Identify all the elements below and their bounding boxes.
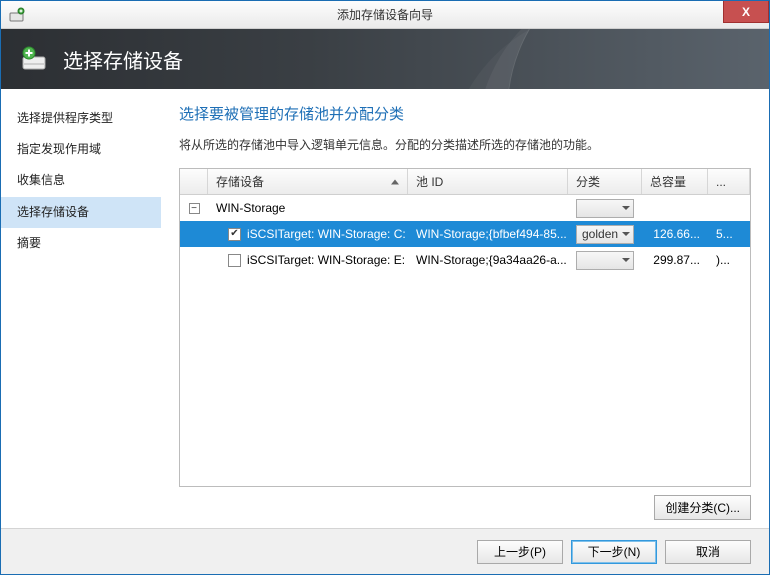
storage-plus-icon: [21, 45, 49, 73]
window-title: 添加存储设备向导: [337, 6, 433, 23]
col-more[interactable]: ...: [708, 169, 750, 194]
create-classification-button[interactable]: 创建分类(C)...: [654, 495, 751, 520]
chevron-down-icon: [622, 232, 630, 236]
wizard-footer: 上一步(P) 下一步(N) 取消: [1, 528, 769, 574]
col-device[interactable]: 存储设备: [208, 169, 408, 194]
col-capacity[interactable]: 总容量: [642, 169, 708, 194]
classification-select[interactable]: golden: [576, 225, 634, 244]
table-row[interactable]: iSCSITarget: WIN-Storage: E: WIN-Storage…: [180, 247, 750, 273]
wizard-icon: [9, 7, 25, 23]
expand-toggle[interactable]: −: [189, 203, 200, 214]
col-expander[interactable]: [180, 169, 208, 194]
next-button[interactable]: 下一步(N): [571, 540, 657, 564]
main-description: 将从所选的存储池中导入逻辑单元信息。分配的分类描述所选的存储池的功能。: [179, 136, 751, 154]
sidebar-item-gather-info[interactable]: 收集信息: [1, 165, 161, 196]
cell-device: WIN-Storage: [208, 201, 408, 215]
col-pool-id[interactable]: 池 ID: [408, 169, 568, 194]
previous-button[interactable]: 上一步(P): [477, 540, 563, 564]
sidebar-item-provider-type[interactable]: 选择提供程序类型: [1, 103, 161, 134]
cell-more: )...: [708, 253, 750, 267]
wizard-steps-sidebar: 选择提供程序类型 指定发现作用域 收集信息 选择存储设备 摘要: [1, 89, 161, 528]
sidebar-item-select-storage[interactable]: 选择存储设备: [1, 197, 161, 228]
row-checkbox[interactable]: [228, 254, 241, 267]
row-checkbox[interactable]: [228, 228, 241, 241]
cell-more: 5...: [708, 227, 750, 241]
body: 选择提供程序类型 指定发现作用域 收集信息 选择存储设备 摘要 选择要被管理的存…: [1, 89, 769, 528]
table-header: 存储设备 池 ID 分类 总容量 ...: [180, 169, 750, 195]
cell-pool: WIN-Storage;{9a34aa26-a...: [408, 253, 568, 267]
col-classification[interactable]: 分类: [568, 169, 642, 194]
close-icon: X: [742, 5, 750, 19]
classification-select[interactable]: [576, 251, 634, 270]
close-button[interactable]: X: [723, 1, 769, 23]
classification-select[interactable]: [576, 199, 634, 218]
page-heading: 选择存储设备: [63, 45, 183, 74]
storage-table: 存储设备 池 ID 分类 总容量 ... − WIN-Storage: [179, 168, 751, 487]
cell-capacity: 126.66...: [642, 227, 708, 241]
table-row[interactable]: iSCSITarget: WIN-Storage: C: WIN-Storage…: [180, 221, 750, 247]
main-panel: 选择要被管理的存储池并分配分类 将从所选的存储池中导入逻辑单元信息。分配的分类描…: [161, 89, 769, 528]
cancel-button[interactable]: 取消: [665, 540, 751, 564]
cell-device: iSCSITarget: WIN-Storage: E:: [247, 253, 405, 267]
chevron-down-icon: [622, 206, 630, 210]
chevron-down-icon: [622, 258, 630, 262]
wizard-header: 选择存储设备: [1, 29, 769, 89]
sidebar-item-discovery-scope[interactable]: 指定发现作用域: [1, 134, 161, 165]
table-group-row[interactable]: − WIN-Storage: [180, 195, 750, 221]
sidebar-item-summary[interactable]: 摘要: [1, 228, 161, 259]
titlebar: 添加存储设备向导 X: [1, 1, 769, 29]
cell-capacity: 299.87...: [642, 253, 708, 267]
main-title: 选择要被管理的存储池并分配分类: [179, 103, 751, 124]
cell-device: iSCSITarget: WIN-Storage: C:: [247, 227, 406, 241]
cell-pool: WIN-Storage;{bfbef494-85...: [408, 227, 568, 241]
